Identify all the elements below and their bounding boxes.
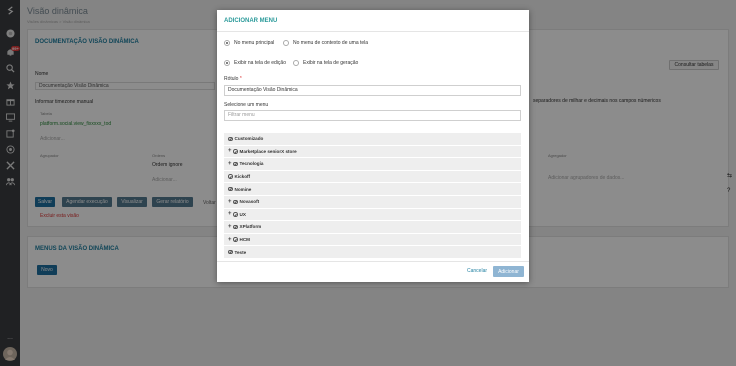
label-field-text: Rótulo [224, 76, 239, 82]
dialog-title: ADICIONAR MENU [224, 18, 278, 24]
add-button[interactable]: Adicionar [493, 266, 524, 277]
radio-context-menu-indicator[interactable] [283, 40, 289, 46]
radio-generation-screen-label: Exibir na tela de geração [303, 60, 359, 66]
tree-node[interactable]: Nomine [224, 183, 521, 196]
blocked-icon [233, 161, 238, 167]
cancel-button[interactable]: Cancelar [467, 268, 487, 274]
tree-node-label: Marketplace seniorX store [239, 148, 297, 154]
label-input[interactable]: Documentação Visão Dinâmica [224, 85, 521, 96]
radio-context-menu[interactable]: No menu de contexto de uma tela [283, 40, 368, 46]
filter-menu-input[interactable]: Filtrar menu [224, 110, 521, 121]
radio-edit-screen[interactable]: Exibir na tela de edição [224, 60, 286, 66]
menu-tree: Customizado + Marketplace seniorX store + Te… [224, 133, 521, 259]
radio-main-menu-label: No menu principal [234, 40, 275, 46]
blocked-icon [228, 174, 233, 179]
tree-node[interactable]: + XPlatform [224, 221, 521, 234]
tree-node[interactable]: Teste [224, 246, 521, 259]
tree-node-label: Customizado [234, 136, 264, 142]
blocked-icon [228, 249, 233, 255]
tree-node-label: Novasoft [239, 199, 260, 205]
tree-node[interactable]: Kickoff [224, 170, 521, 184]
tree-node-label: HCM [239, 237, 250, 243]
blocked-icon [228, 136, 233, 142]
tree-node-label: XPlatform [239, 224, 262, 230]
select-menu-label: Selecione um menu [224, 102, 269, 108]
radio-generation-screen[interactable]: Exibir na tela de geração [293, 60, 358, 66]
radio-edit-screen-indicator[interactable] [224, 60, 230, 66]
radio-edit-screen-label: Exibir na tela de edição [234, 60, 286, 66]
tree-node-label: Nomine [234, 186, 252, 192]
tree-node[interactable]: + Tecnologia [224, 158, 521, 171]
tree-node[interactable]: + Novasoft [224, 195, 521, 209]
tree-node-label: Kickoff [234, 174, 251, 180]
blocked-icon [233, 199, 238, 205]
tree-node[interactable]: + Marketplace seniorX store [224, 145, 521, 159]
tree-node-label: UX [239, 211, 246, 217]
tree-node[interactable]: Customizado [224, 133, 521, 146]
tree-node[interactable]: + UX [224, 208, 521, 222]
radio-main-menu[interactable]: No menu principal [224, 40, 274, 46]
blocked-icon [233, 237, 238, 242]
blocked-icon [233, 224, 238, 230]
dialog-footer-divider [217, 261, 529, 262]
label-field-label: Rótulo * [224, 76, 242, 82]
radio-main-menu-indicator[interactable] [224, 40, 230, 46]
blocked-icon [228, 186, 233, 192]
radio-generation-screen-indicator[interactable] [293, 60, 299, 66]
blocked-icon [233, 149, 238, 154]
add-menu-dialog: ADICIONAR MENU No menu principal No menu… [217, 10, 529, 282]
tree-node-label: Tecnologia [239, 161, 264, 167]
tree-node[interactable]: + HCM [224, 233, 521, 247]
blocked-icon [233, 212, 238, 217]
radio-context-menu-label: No menu de contexto de uma tela [293, 40, 369, 46]
required-marker: * [239, 76, 242, 82]
tree-node-label: Teste [234, 249, 247, 255]
dialog-header-divider [217, 31, 529, 32]
